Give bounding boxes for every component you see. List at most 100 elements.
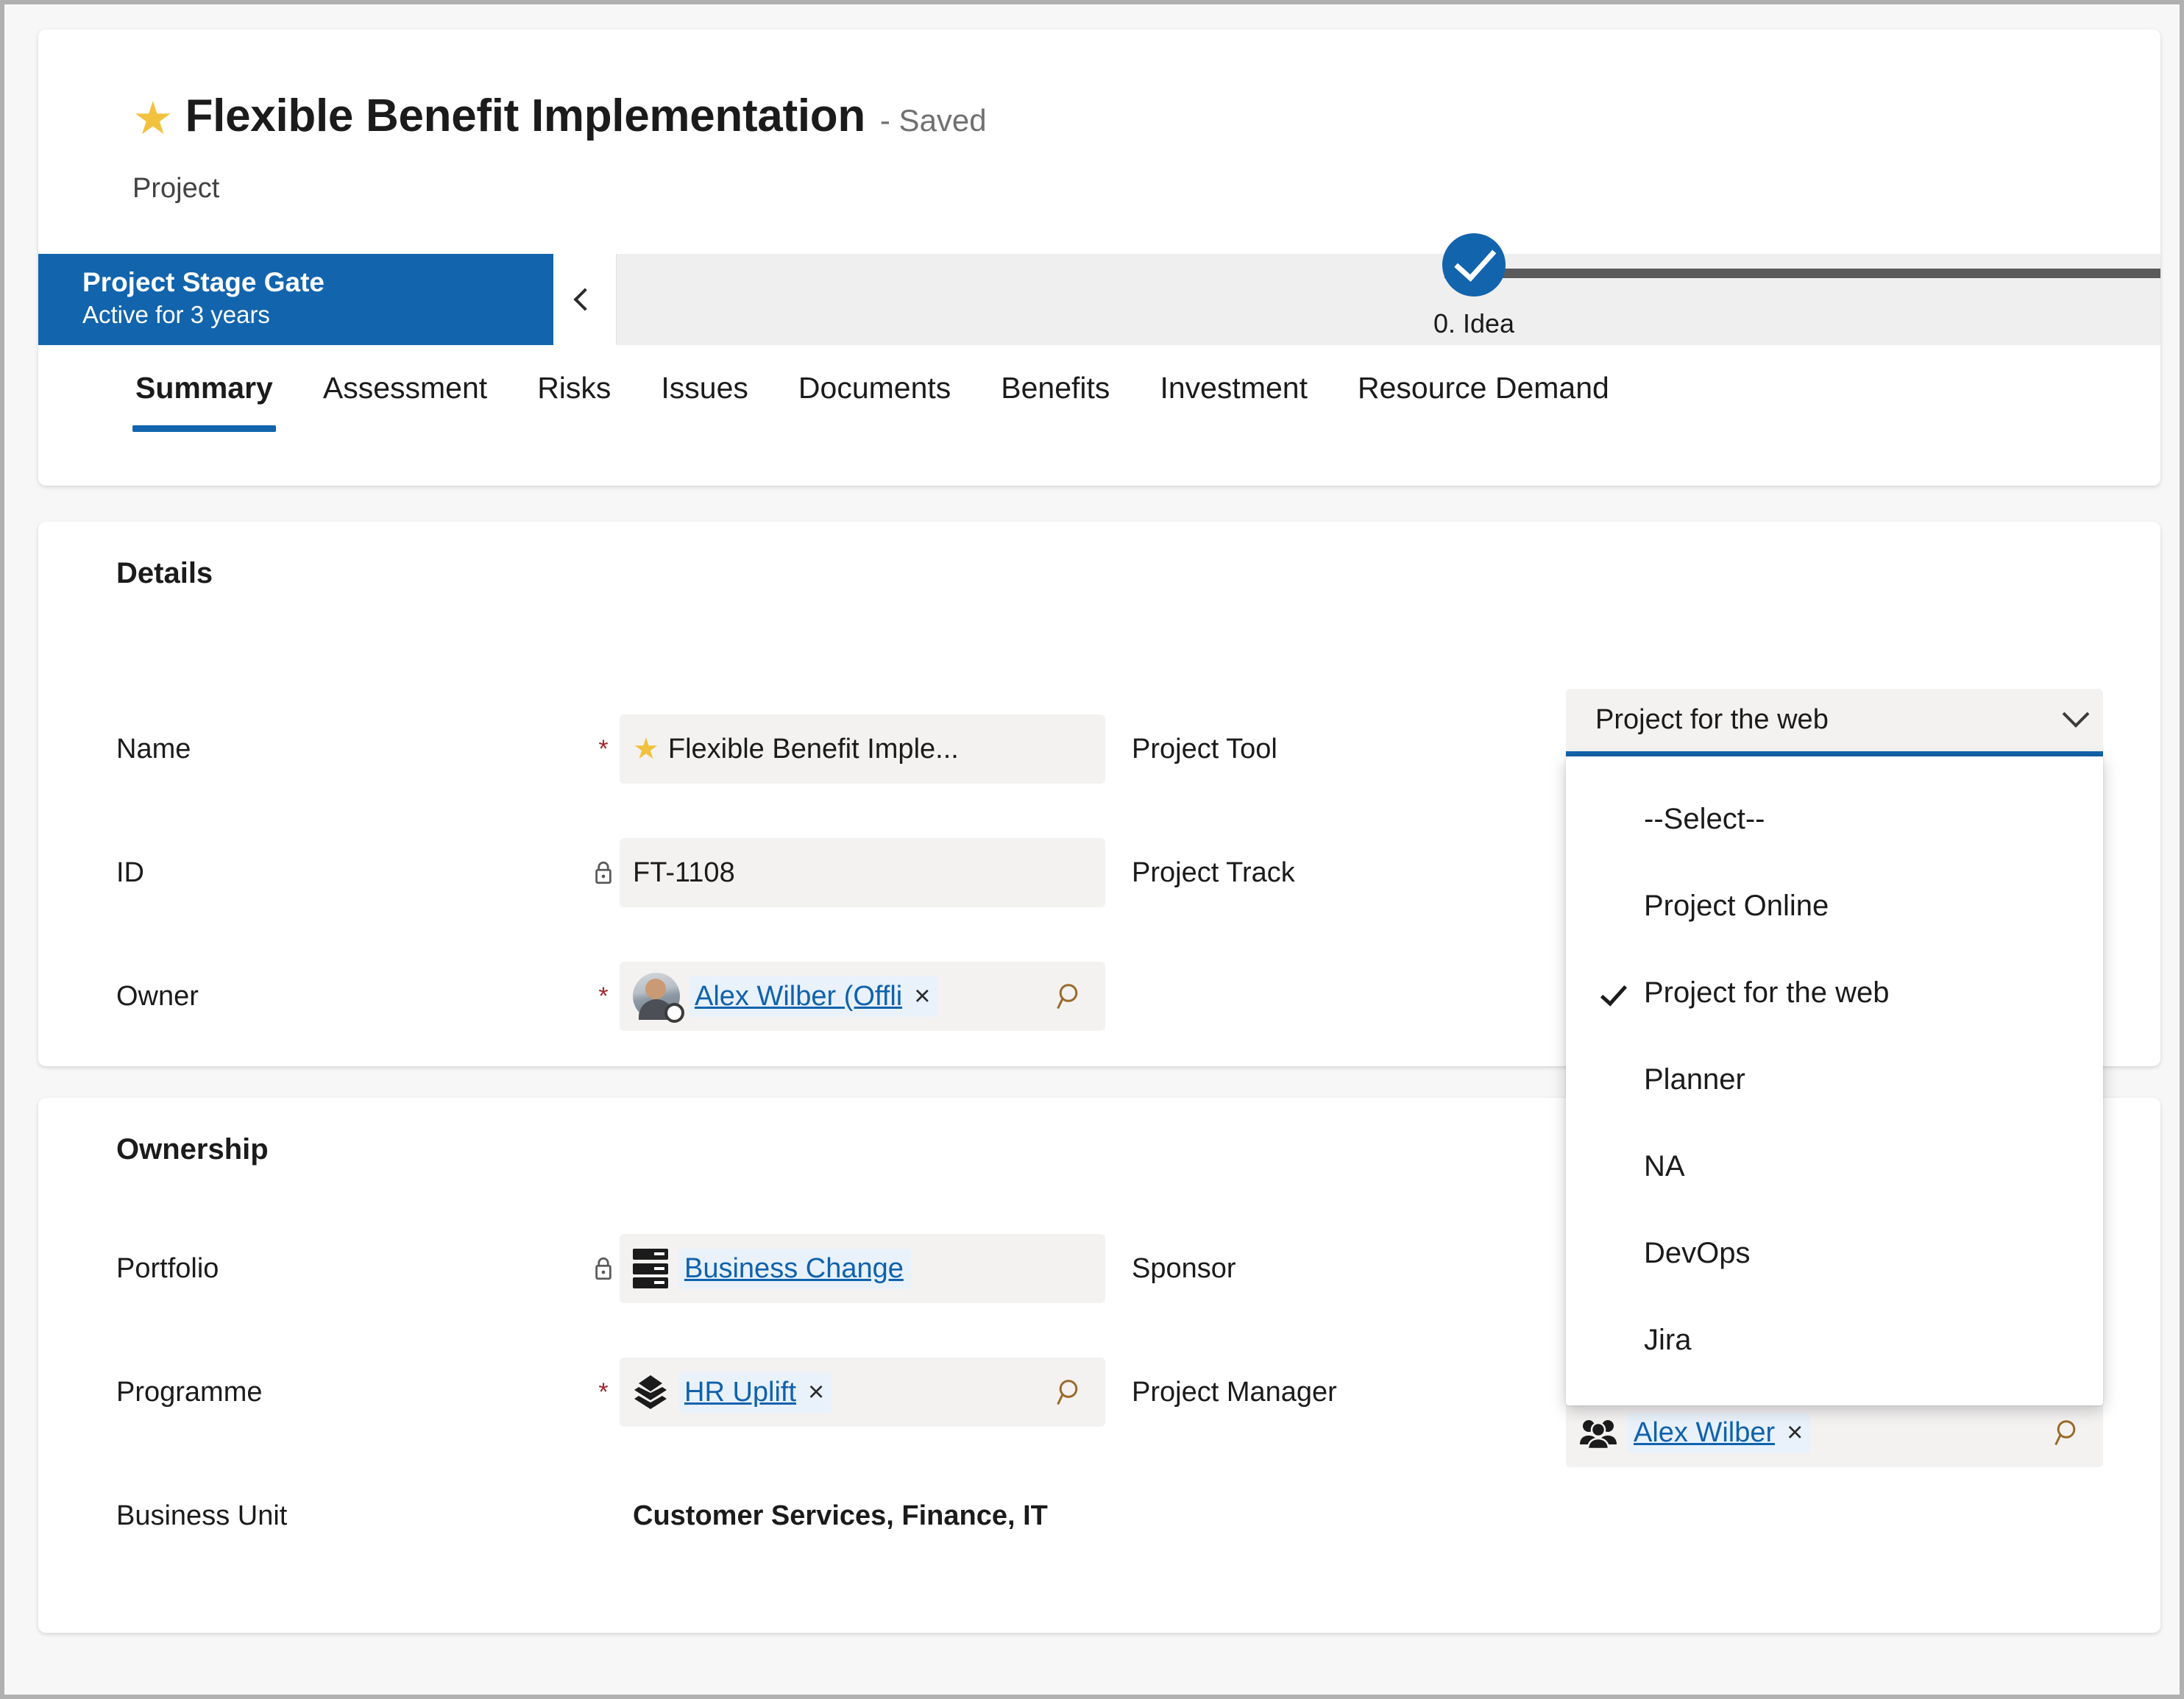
bpf-name-block[interactable]: Project Stage Gate Active for 3 years: [38, 254, 553, 345]
id-value: FT-1108: [633, 856, 735, 888]
required-marker-programme: *: [598, 1377, 609, 1406]
portfolio-chip[interactable]: Business Change: [678, 1248, 911, 1289]
option-na[interactable]: NA: [1566, 1123, 2103, 1210]
lock-icon: [587, 1255, 620, 1282]
layers-icon: [633, 1374, 668, 1411]
portfolio-link[interactable]: Business Change: [684, 1253, 904, 1285]
tab-benefits[interactable]: Benefits: [998, 353, 1113, 405]
page-title: Flexible Benefit Implementation: [185, 91, 866, 141]
field-label-id: ID: [116, 856, 144, 888]
option-jira[interactable]: Jira: [1566, 1297, 2103, 1383]
business-unit-value-box: Customer Services, Finance, IT: [620, 1481, 1105, 1550]
name-value: Flexible Benefit Imple...: [667, 733, 959, 765]
option-label: --Select--: [1644, 802, 1765, 835]
details-section-title: Details: [116, 557, 213, 589]
field-label-name: Name: [116, 733, 191, 765]
field-id: ID FT-1108: [116, 838, 1132, 907]
owner-link[interactable]: Alex Wilber (Offli: [695, 981, 902, 1012]
search-icon[interactable]: [2053, 1417, 2084, 1448]
business-process-flow-bar: Project Stage Gate Active for 3 years 0.…: [38, 233, 2160, 345]
option-devops[interactable]: DevOps: [1566, 1210, 2103, 1297]
bpf-stage-idea[interactable]: 0. Idea: [1400, 233, 1547, 339]
field-portfolio: Portfolio Business Change: [116, 1234, 1132, 1303]
app-root: ★ Flexible Benefit Implementation - Save…: [0, 0, 2184, 1699]
project-manager-lookup-input[interactable]: Alex Wilber ×: [1566, 1398, 2103, 1467]
star-icon: ★: [633, 733, 659, 765]
field-label-portfolio: Portfolio: [116, 1252, 219, 1284]
field-label-project-manager: Project Manager: [1132, 1376, 1337, 1408]
field-business-unit: Business Unit Customer Services, Finance…: [116, 1481, 1132, 1550]
field-owner: Owner * Alex Wilber (Offli ×: [116, 962, 1132, 1031]
entity-type-label: Project: [132, 173, 220, 204]
field-name: Name * ★ Flexible Benefit Imple...: [116, 714, 1132, 784]
chevron-down-icon: [2062, 700, 2090, 728]
field-label-project-track: Project Track: [1132, 856, 1295, 888]
save-status: - Saved: [879, 103, 987, 138]
tab-documents[interactable]: Documents: [795, 353, 954, 405]
field-label-sponsor: Sponsor: [1132, 1252, 1236, 1284]
programme-lookup-input[interactable]: HR Uplift ×: [620, 1358, 1105, 1427]
form-tab-strip: Summary Assessment Risks Issues Document…: [38, 353, 2160, 486]
tab-issues[interactable]: Issues: [658, 353, 751, 405]
business-unit-right-spacer: [1132, 1481, 2147, 1550]
option-select-placeholder[interactable]: --Select--: [1566, 776, 2103, 862]
check-icon: [1454, 238, 1497, 282]
bpf-collapse-button[interactable]: [553, 254, 617, 345]
field-label-owner: Owner: [116, 980, 199, 1012]
option-label: DevOps: [1644, 1236, 1751, 1269]
field-programme: Programme * HR Uplift ×: [116, 1358, 1132, 1427]
name-input[interactable]: ★ Flexible Benefit Imple...: [620, 714, 1105, 784]
business-unit-value: Customer Services, Finance, IT: [633, 1500, 1048, 1531]
option-label: Project Online: [1644, 889, 1829, 922]
field-label-programme: Programme: [116, 1376, 263, 1408]
owner-remove-button[interactable]: ×: [914, 981, 930, 1012]
required-marker-owner: *: [598, 982, 609, 1010]
record-header-card: ★ Flexible Benefit Implementation - Save…: [38, 29, 2160, 486]
bpf-active-duration: Active for 3 years: [82, 301, 270, 329]
bpf-name: Project Stage Gate: [82, 267, 325, 297]
presence-indicator-icon: [664, 1003, 684, 1023]
bpf-stage-label: 0. Idea: [1433, 308, 1515, 338]
project-manager-remove-button[interactable]: ×: [1787, 1417, 1803, 1449]
option-label: Project for the web: [1644, 976, 1890, 1009]
tab-summary[interactable]: Summary: [132, 353, 276, 432]
field-label-project-tool: Project Tool: [1132, 733, 1277, 765]
tab-assessment[interactable]: Assessment: [320, 353, 490, 405]
project-manager-chip[interactable]: Alex Wilber ×: [1628, 1412, 1811, 1453]
search-icon[interactable]: [1055, 981, 1086, 1012]
check-icon: [1600, 979, 1644, 1007]
tab-investment[interactable]: Investment: [1157, 353, 1311, 405]
id-input: FT-1108: [620, 838, 1105, 907]
star-icon: ★: [132, 93, 174, 144]
project-tool-selected-value: Project for the web: [1595, 704, 1829, 735]
option-label: Jira: [1644, 1323, 1692, 1356]
row-business-unit: Business Unit Customer Services, Finance…: [116, 1481, 2147, 1550]
option-project-online[interactable]: Project Online: [1566, 862, 2103, 949]
lock-icon: [587, 859, 620, 886]
option-label: NA: [1644, 1149, 1685, 1182]
bpf-stage-complete-icon: [1442, 233, 1506, 297]
chevron-left-icon: [572, 288, 597, 311]
tab-resource-demand[interactable]: Resource Demand: [1355, 353, 1612, 405]
avatar: [633, 973, 684, 1023]
option-project-for-the-web[interactable]: Project for the web: [1566, 949, 2103, 1036]
project-manager-link[interactable]: Alex Wilber: [1634, 1417, 1775, 1449]
project-tool-option-list: --Select-- Project Online Project for th…: [1566, 756, 2103, 1405]
programme-remove-button[interactable]: ×: [808, 1377, 824, 1408]
option-label: Planner: [1644, 1063, 1745, 1096]
owner-lookup-input[interactable]: Alex Wilber (Offli ×: [620, 962, 1105, 1031]
programme-chip[interactable]: HR Uplift ×: [678, 1372, 832, 1413]
ownership-section-title: Ownership: [116, 1133, 269, 1166]
project-tool-dropdown: Project for the web --Select-- Project O…: [1566, 689, 2103, 1405]
search-icon[interactable]: [1055, 1377, 1086, 1408]
project-tool-select-button[interactable]: Project for the web: [1566, 689, 2103, 756]
owner-chip[interactable]: Alex Wilber (Offli ×: [689, 976, 938, 1017]
page-title-row: ★ Flexible Benefit Implementation - Save…: [132, 90, 987, 142]
bpf-stage-track: 0. Idea: [617, 233, 2160, 345]
field-label-business-unit: Business Unit: [116, 1500, 288, 1531]
portfolio-lookup-input: Business Change: [620, 1234, 1105, 1303]
required-marker-name: *: [598, 734, 609, 763]
tab-risks[interactable]: Risks: [534, 353, 614, 405]
programme-link[interactable]: HR Uplift: [684, 1377, 796, 1408]
option-planner[interactable]: Planner: [1566, 1036, 2103, 1123]
